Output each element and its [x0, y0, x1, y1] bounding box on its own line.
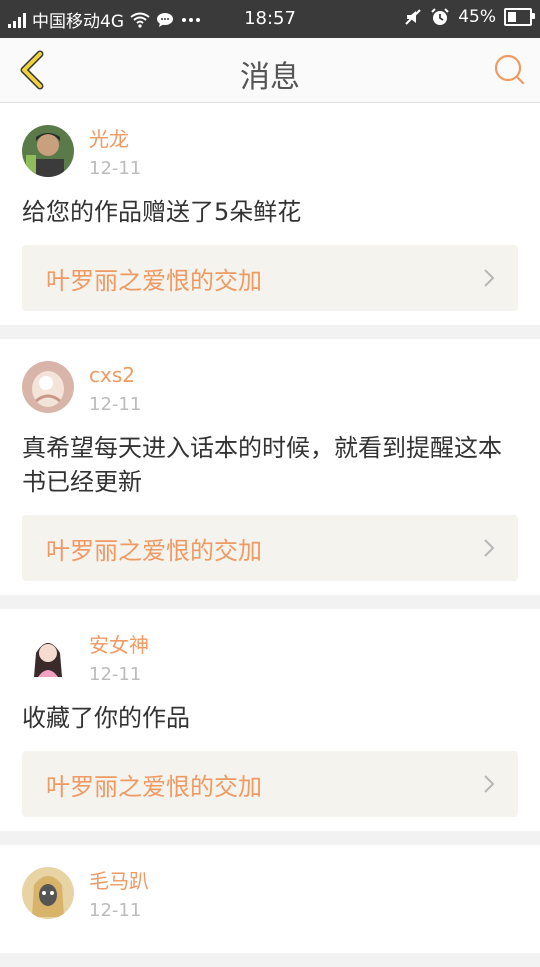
page-title: 消息 — [240, 60, 300, 95]
status-bar: 中国移动4G 18:57 45% — [0, 0, 540, 38]
message-card: 安女神 12-11 收藏了你的作品 叶罗丽之爱恨的交加 — [0, 609, 540, 831]
status-right: 45% — [404, 7, 535, 27]
work-link[interactable]: 叶罗丽之爱恨的交加 — [22, 245, 518, 311]
avatar[interactable] — [22, 867, 74, 919]
message-text: 给您的作品赠送了5朵鲜花 — [22, 198, 302, 226]
message-date: 12-11 — [89, 664, 142, 685]
message-card: 毛马趴 12-11 — [0, 845, 540, 953]
sender-name[interactable]: 毛马趴 — [89, 867, 518, 895]
chevron-right-icon — [484, 269, 495, 287]
mute-icon — [405, 9, 421, 25]
message-list: 光龙 12-11 给您的作品赠送了5朵鲜花 叶罗丽之爱恨的交加 cxs2 12-… — [0, 103, 540, 967]
sender-name[interactable]: 光龙 — [89, 125, 518, 153]
avatar[interactable] — [22, 125, 74, 177]
avatar[interactable] — [22, 361, 74, 413]
work-link[interactable]: 叶罗丽之爱恨的交加 — [22, 751, 518, 817]
chevron-right-icon — [484, 539, 495, 557]
message-date: 12-11 — [89, 394, 142, 415]
avatar[interactable] — [22, 631, 74, 683]
top-bar: 消息 — [0, 38, 540, 103]
message-card: cxs2 12-11 真希望每天进入话本的时候，就看到提醒这本书已经更新 叶罗丽… — [0, 339, 540, 595]
work-title: 叶罗丽之爱恨的交加 — [46, 773, 262, 801]
work-title: 叶罗丽之爱恨的交加 — [46, 267, 262, 295]
search-icon[interactable] — [492, 52, 526, 86]
message-text: 真希望每天进入话本的时候，就看到提醒这本书已经更新 — [22, 434, 502, 496]
work-link[interactable]: 叶罗丽之爱恨的交加 — [22, 515, 518, 581]
message-date: 12-11 — [89, 158, 142, 179]
battery-percent: 45% — [458, 7, 496, 27]
message-text: 收藏了你的作品 — [22, 704, 190, 732]
sender-name[interactable]: 安女神 — [89, 631, 518, 659]
message-date: 12-11 — [89, 900, 142, 921]
alarm-icon — [431, 8, 449, 25]
message-card: 光龙 12-11 给您的作品赠送了5朵鲜花 叶罗丽之爱恨的交加 — [0, 103, 540, 325]
work-title: 叶罗丽之爱恨的交加 — [46, 537, 262, 565]
sender-name[interactable]: cxs2 — [89, 361, 518, 389]
battery-icon — [504, 8, 535, 26]
chevron-right-icon — [484, 775, 495, 793]
